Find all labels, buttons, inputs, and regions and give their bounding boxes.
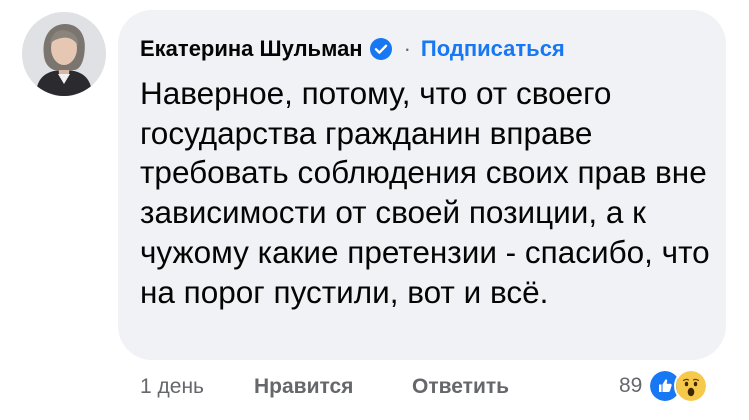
comment-timestamp[interactable]: 1 день	[140, 375, 204, 399]
avatar[interactable]	[22, 12, 106, 96]
comment-bubble: Екатерина Шульман · Подписаться Наверное…	[118, 10, 726, 360]
separator-dot: ·	[403, 36, 411, 61]
reply-button[interactable]: Ответить	[412, 375, 509, 399]
reaction-count: 89	[619, 374, 643, 397]
reactions-summary[interactable]: 89	[619, 369, 709, 403]
comment-header: Екатерина Шульман · Подписаться	[140, 36, 565, 62]
verified-badge-icon	[369, 38, 392, 60]
wow-icon	[674, 369, 709, 403]
author-name[interactable]: Екатерина Шульман	[140, 36, 363, 62]
comment-text: Наверное, потому, что от своего государс…	[140, 75, 710, 310]
comment-actions: 1 день Нравится Ответить 89	[0, 366, 749, 406]
like-button[interactable]: Нравится	[254, 375, 353, 399]
follow-button[interactable]: Подписаться	[421, 36, 565, 62]
